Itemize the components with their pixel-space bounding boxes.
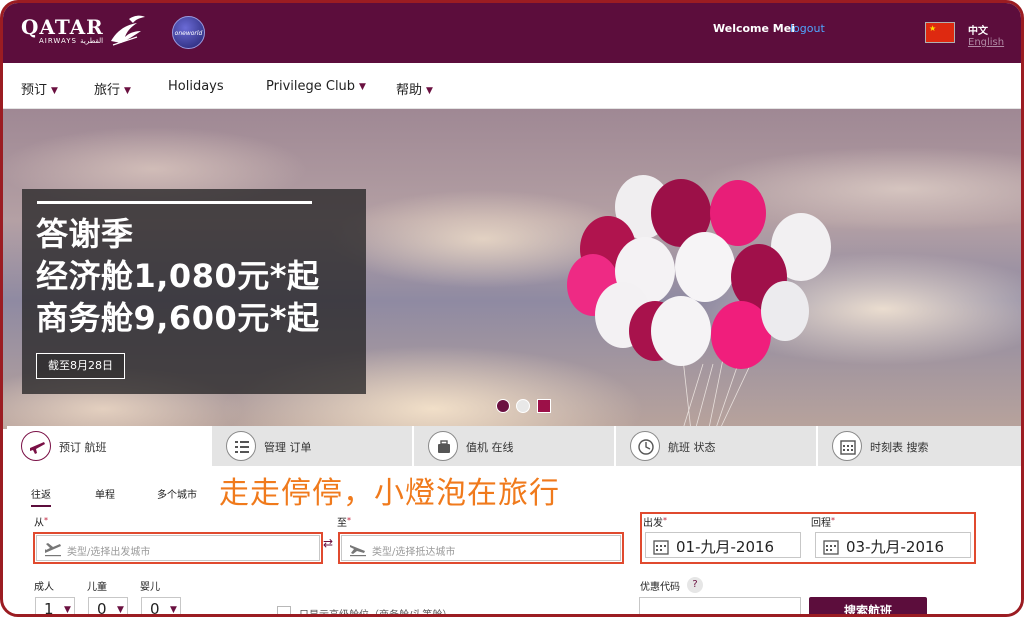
- trip-type-multi-city[interactable]: 多个城市: [157, 486, 197, 501]
- main-nav: 预订 ▼ 旅行 ▼ Holidays Privilege Club ▼ 帮助 ▼: [3, 63, 1021, 109]
- infants-label: 婴儿: [140, 582, 160, 593]
- return-date-value: 03-九月-2016: [846, 538, 945, 556]
- nav-item-label: Privilege Club: [266, 79, 356, 94]
- return-label: 回程*: [811, 516, 835, 529]
- to-city-input[interactable]: 类型/选择抵达城市: [341, 535, 621, 561]
- calendar-icon: [823, 540, 839, 555]
- logout-link[interactable]: logout: [790, 22, 825, 35]
- promo-headline: 答谢季: [36, 215, 134, 253]
- to-placeholder: 类型/选择抵达城市: [372, 547, 456, 558]
- tab-label: 管理 订单: [264, 441, 312, 454]
- takeoff-icon: [45, 543, 61, 557]
- adults-select[interactable]: 1 ▼: [35, 597, 75, 617]
- promo-deadline-button[interactable]: 截至8月28日: [36, 353, 125, 379]
- from-city-input[interactable]: 类型/选择出发城市: [36, 535, 320, 561]
- nav-item-label: Holidays: [168, 79, 224, 94]
- nav-item-help[interactable]: 帮助 ▼: [396, 79, 433, 98]
- balloons-image: [567, 175, 831, 429]
- return-date-field[interactable]: 03-九月-2016: [815, 532, 971, 558]
- from-placeholder: 类型/选择出发城市: [67, 547, 151, 558]
- oneworld-logo[interactable]: oneworld: [172, 16, 205, 49]
- children-value: 0: [97, 600, 107, 617]
- browser-frame: QATAR AIRWAYS القطرية oneworld Welcome M…: [0, 0, 1024, 617]
- carousel-dot[interactable]: [496, 399, 510, 413]
- trip-type-one-way[interactable]: 单程: [95, 486, 115, 501]
- tab-label: 航班 状态: [668, 441, 716, 454]
- help-icon[interactable]: ?: [687, 577, 703, 593]
- language-current[interactable]: 中文: [968, 22, 988, 37]
- nav-item-privilege-club[interactable]: Privilege Club ▼: [266, 79, 366, 94]
- chevron-down-icon: ▼: [51, 86, 58, 96]
- tab-label: 值机 在线: [466, 441, 514, 454]
- booking-panel: 预订 航班 管理 订单 值机 在线 航班 状态 时刻表 搜索 往返 单程 多个城…: [7, 426, 1021, 617]
- qatar-airways-logo[interactable]: QATAR AIRWAYS القطرية: [21, 17, 104, 45]
- clock-icon: [630, 431, 660, 461]
- adults-label: 成人: [34, 582, 54, 593]
- nav-item-travel[interactable]: 旅行 ▼: [94, 79, 131, 98]
- chevron-down-icon: ▼: [124, 86, 131, 96]
- premium-cabin-checkbox[interactable]: [277, 606, 291, 614]
- nav-item-booking[interactable]: 预订 ▼: [21, 79, 58, 98]
- children-label: 儿童: [87, 582, 107, 593]
- nav-item-holidays[interactable]: Holidays: [168, 79, 224, 94]
- infants-value: 0: [150, 600, 160, 617]
- oryx-icon: [111, 15, 145, 46]
- top-header: QATAR AIRWAYS القطرية oneworld Welcome M…: [3, 3, 1021, 63]
- to-label: 至*: [337, 516, 351, 529]
- logo-wordmark: QATAR: [21, 15, 104, 39]
- depart-date-field[interactable]: 01-九月-2016: [645, 532, 801, 558]
- depart-label: 出发*: [643, 516, 667, 529]
- promo-code-label: 优惠代码: [640, 582, 680, 593]
- watermark-text: 走走停停，小燈泡在旅行: [219, 476, 560, 511]
- infants-select[interactable]: 0 ▼: [141, 597, 181, 617]
- plane-icon: [21, 431, 51, 461]
- list-icon: [226, 431, 256, 461]
- logo-subtitle: AIRWAYS القطرية: [39, 37, 104, 45]
- tab-timetable-search[interactable]: 时刻表 搜索: [818, 426, 1021, 466]
- premium-cabin-label: 只显示高级舱位（商务舱/头等舱）: [299, 610, 453, 617]
- calendar-icon: [653, 540, 669, 555]
- chevron-down-icon: ▼: [426, 86, 433, 96]
- trip-type-round-trip[interactable]: 往返: [31, 486, 51, 507]
- promo-business-price: 商务舱9,600元*起: [36, 299, 320, 337]
- promo-box: 答谢季 经济舱1,080元*起 商务舱9,600元*起 截至8月28日: [22, 189, 366, 394]
- hero-banner: 答谢季 经济舱1,080元*起 商务舱9,600元*起 截至8月28日: [3, 109, 1021, 429]
- adults-value: 1: [44, 600, 54, 617]
- chevron-down-icon: ▼: [170, 605, 177, 615]
- children-select[interactable]: 0 ▼: [88, 597, 128, 617]
- china-flag-icon[interactable]: ★: [925, 22, 955, 43]
- carousel-dot[interactable]: [516, 399, 530, 413]
- swap-cities-icon[interactable]: ⇄: [323, 536, 333, 550]
- booking-tabs: 预订 航班 管理 订单 值机 在线 航班 状态 时刻表 搜索: [7, 426, 1021, 466]
- tab-manage-booking[interactable]: 管理 订单: [212, 426, 413, 466]
- depart-date-value: 01-九月-2016: [676, 538, 775, 556]
- nav-item-label: 旅行: [94, 83, 121, 98]
- promo-economy-price: 经济舱1,080元*起: [36, 257, 320, 295]
- suitcase-icon: [428, 431, 458, 461]
- promo-code-input[interactable]: [639, 597, 801, 614]
- tab-book-flight[interactable]: 预订 航班: [7, 426, 211, 466]
- from-label: 从*: [34, 516, 48, 529]
- carousel-dot[interactable]: [537, 399, 551, 413]
- welcome-text: Welcome Mei: [713, 22, 795, 35]
- tab-flight-status[interactable]: 航班 状态: [616, 426, 817, 466]
- nav-item-label: 预订: [21, 83, 48, 98]
- language-english-link[interactable]: English: [968, 37, 1004, 48]
- promo-divider: [37, 201, 312, 204]
- search-flights-button[interactable]: 搜索航班: [809, 597, 927, 614]
- calendar-icon: [832, 431, 862, 461]
- chevron-down-icon: ▼: [359, 82, 366, 92]
- landing-icon: [350, 545, 366, 557]
- chevron-down-icon: ▼: [64, 605, 71, 615]
- nav-item-label: 帮助: [396, 83, 423, 98]
- tab-online-checkin[interactable]: 值机 在线: [414, 426, 615, 466]
- tab-label: 时刻表 搜索: [870, 441, 929, 454]
- chevron-down-icon: ▼: [117, 605, 124, 615]
- tab-label: 预订 航班: [59, 441, 107, 454]
